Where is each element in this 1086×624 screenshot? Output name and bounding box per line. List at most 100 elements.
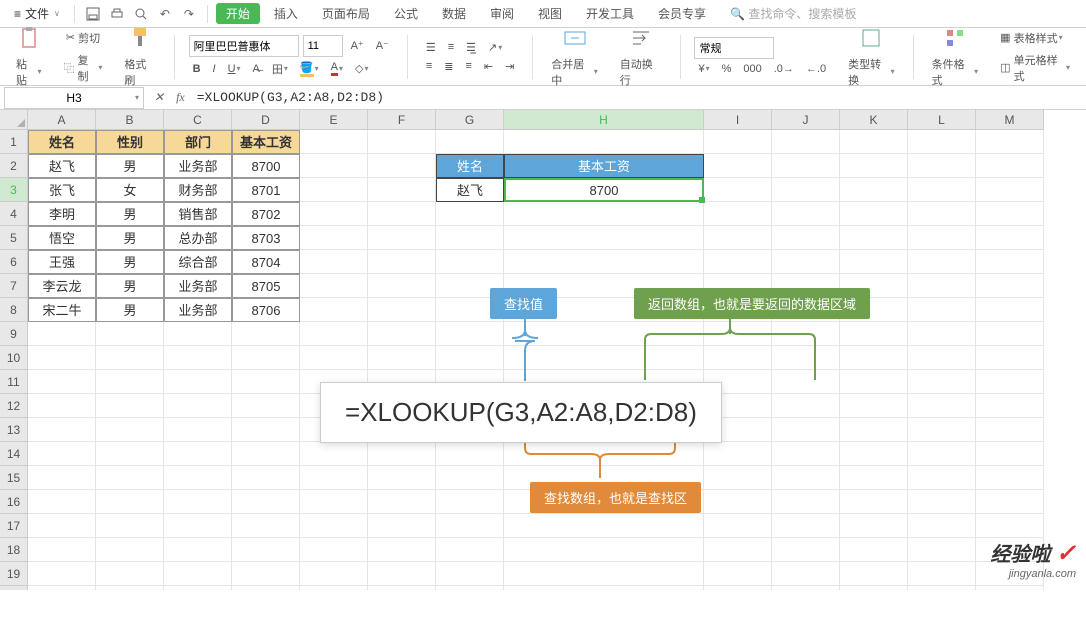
cell[interactable] <box>232 394 300 418</box>
cell[interactable] <box>976 466 1044 490</box>
cell[interactable] <box>368 442 436 466</box>
cell[interactable] <box>96 514 164 538</box>
cell[interactable] <box>908 154 976 178</box>
cell[interactable] <box>976 130 1044 154</box>
cell[interactable] <box>300 202 368 226</box>
cell[interactable] <box>164 586 232 590</box>
cell[interactable]: 姓名 <box>28 130 96 154</box>
cell[interactable] <box>164 394 232 418</box>
cell[interactable] <box>908 346 976 370</box>
cell[interactable] <box>436 442 504 466</box>
font-size-select[interactable] <box>303 35 343 57</box>
col-header-L[interactable]: L <box>908 110 976 130</box>
cell[interactable] <box>908 514 976 538</box>
cell[interactable] <box>772 466 840 490</box>
cell[interactable] <box>164 442 232 466</box>
indent-right-button[interactable]: ⇥ <box>501 58 518 75</box>
format-painter-label[interactable]: 格式刷 <box>120 54 159 90</box>
cell[interactable] <box>28 442 96 466</box>
increase-font-button[interactable]: A⁺ <box>347 37 368 54</box>
cell[interactable]: 男 <box>96 298 164 322</box>
row-header-9[interactable]: 9 <box>0 322 28 346</box>
cell[interactable] <box>908 322 976 346</box>
cell[interactable]: 赵飞 <box>436 178 504 202</box>
col-header-F[interactable]: F <box>368 110 436 130</box>
cell[interactable] <box>908 538 976 562</box>
cell[interactable]: 李云龙 <box>28 274 96 298</box>
row-header-5[interactable]: 5 <box>0 226 28 250</box>
cell[interactable] <box>840 538 908 562</box>
cell[interactable]: 8705 <box>232 274 300 298</box>
cell[interactable] <box>300 514 368 538</box>
cell[interactable] <box>232 538 300 562</box>
strike-button[interactable]: A̶ <box>249 61 264 77</box>
border-button[interactable]: 田▾ <box>268 59 292 79</box>
table-style-button[interactable]: ▦ 表格样式▾ <box>996 28 1066 48</box>
cell[interactable] <box>436 346 504 370</box>
cell[interactable] <box>908 586 976 590</box>
cell[interactable] <box>28 490 96 514</box>
cell[interactable] <box>976 586 1044 590</box>
cell[interactable] <box>96 442 164 466</box>
cell[interactable] <box>908 442 976 466</box>
cell[interactable] <box>772 490 840 514</box>
paste-label[interactable]: 粘贴▾ <box>12 54 45 90</box>
col-header-E[interactable]: E <box>300 110 368 130</box>
cell[interactable]: 基本工资 <box>232 130 300 154</box>
cell[interactable] <box>840 490 908 514</box>
cell[interactable]: 男 <box>96 226 164 250</box>
cell[interactable] <box>300 586 368 590</box>
cell[interactable] <box>368 562 436 586</box>
row-header-8[interactable]: 8 <box>0 298 28 322</box>
wrap-label[interactable]: 自动换行 <box>616 54 666 90</box>
cell[interactable] <box>840 250 908 274</box>
cancel-button[interactable]: ✕ <box>148 90 170 105</box>
cell[interactable] <box>96 370 164 394</box>
row-headers[interactable]: 12345678910111213141516171819202122 <box>0 130 28 590</box>
cell[interactable] <box>772 250 840 274</box>
cell[interactable] <box>772 226 840 250</box>
cell[interactable] <box>908 178 976 202</box>
cell[interactable] <box>300 274 368 298</box>
cell[interactable] <box>368 154 436 178</box>
tab-member[interactable]: 会员专享 <box>648 3 716 24</box>
cell[interactable] <box>368 274 436 298</box>
row-header-1[interactable]: 1 <box>0 130 28 154</box>
cell[interactable] <box>28 322 96 346</box>
cell[interactable]: 男 <box>96 154 164 178</box>
indent-left-button[interactable]: ⇤ <box>480 58 497 75</box>
cell[interactable] <box>908 202 976 226</box>
cell[interactable] <box>976 274 1044 298</box>
cell[interactable] <box>772 130 840 154</box>
cell[interactable] <box>300 154 368 178</box>
col-header-B[interactable]: B <box>96 110 164 130</box>
align-top-button[interactable]: ☰̄ <box>422 39 440 56</box>
cell[interactable] <box>96 490 164 514</box>
cell[interactable] <box>436 586 504 590</box>
cell[interactable] <box>976 442 1044 466</box>
orientation-button[interactable]: ↗▾ <box>484 39 506 56</box>
copy-button[interactable]: ⿻ 复制▾ <box>59 50 106 86</box>
cell[interactable]: 业务部 <box>164 274 232 298</box>
cell[interactable]: 悟空 <box>28 226 96 250</box>
cell[interactable] <box>300 178 368 202</box>
cell[interactable] <box>436 514 504 538</box>
cell[interactable] <box>96 394 164 418</box>
cell[interactable] <box>840 442 908 466</box>
cell[interactable] <box>300 226 368 250</box>
cell[interactable]: 财务部 <box>164 178 232 202</box>
print-icon[interactable] <box>107 4 127 24</box>
merge-label[interactable]: 合并居中▾ <box>547 54 602 90</box>
select-all-corner[interactable] <box>0 110 28 130</box>
cell[interactable] <box>704 178 772 202</box>
cell[interactable] <box>300 130 368 154</box>
cell[interactable] <box>28 346 96 370</box>
currency-button[interactable]: ¥▾ <box>694 61 713 77</box>
cell[interactable] <box>96 466 164 490</box>
cell[interactable] <box>840 154 908 178</box>
col-header-D[interactable]: D <box>232 110 300 130</box>
cell[interactable] <box>28 562 96 586</box>
cell[interactable] <box>976 250 1044 274</box>
cell[interactable] <box>840 514 908 538</box>
wrap-button[interactable] <box>625 24 657 52</box>
